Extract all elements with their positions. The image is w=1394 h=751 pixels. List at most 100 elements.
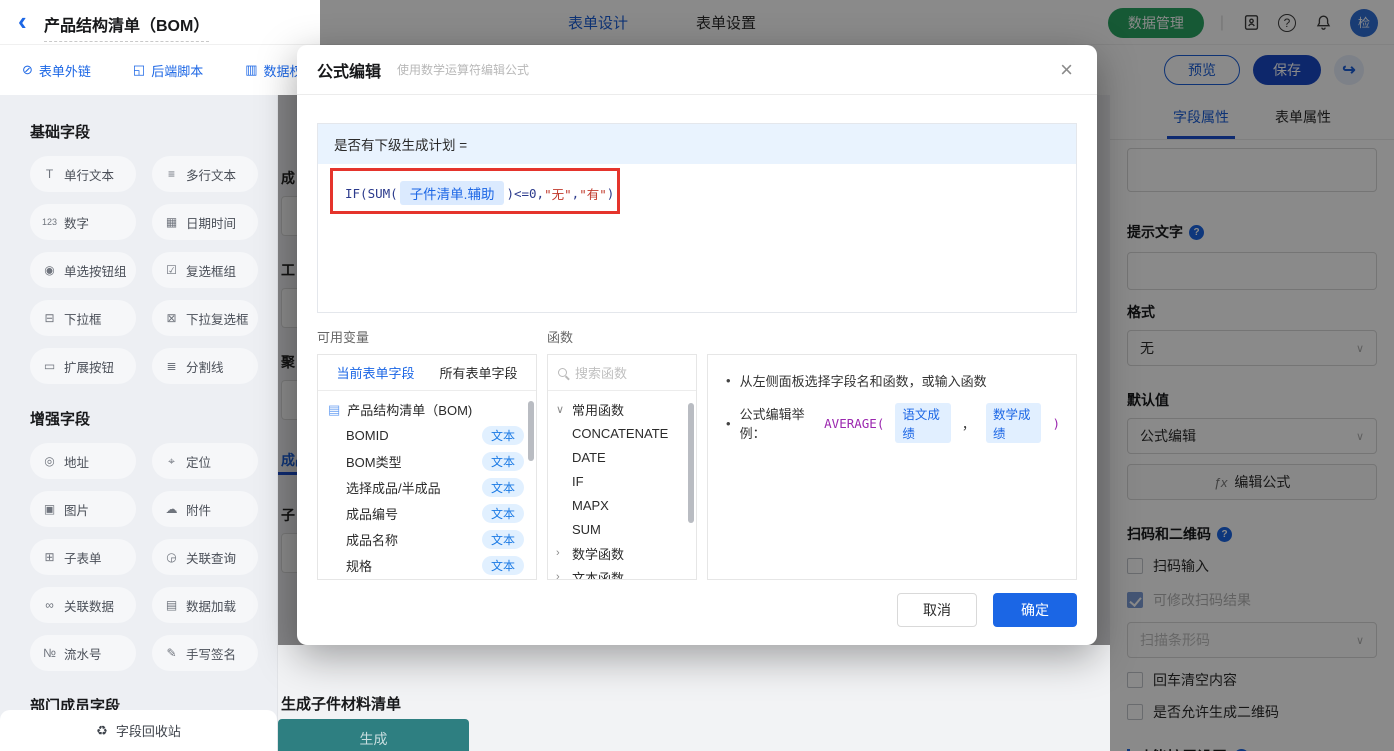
hint-line: 从左侧面板选择字段名和函数，或输入函数 (726, 371, 1060, 390)
address-icon: ◎ (44, 454, 55, 468)
tab-current-form-fields[interactable]: 当前表单字段 (336, 363, 414, 382)
field-chip-data-load[interactable]: ▤ 数据加载 (152, 587, 258, 623)
example-field-token[interactable]: 数学成绩 (985, 403, 1042, 443)
variable-item[interactable]: 选择成品/半成品 文本 (318, 474, 536, 500)
section-basic-fields: 基础字段 (30, 124, 91, 141)
field-library-sidebar: 基础字段 T 单行文本 ≡ 多行文本 123 数字 ▦ 日期时间 ◉ 单选按钮组 ☑ 复选框… (0, 95, 278, 751)
field-chip-dropdown[interactable]: ⊟ 下拉框 (30, 300, 136, 336)
formula-expression[interactable]: IF(SUM(子件清单.辅助)<=0, "无", "有") (345, 181, 614, 205)
document-icon: ▤ (328, 401, 341, 417)
type-badge: 文本 (481, 425, 524, 445)
image-icon: ▣ (43, 502, 56, 516)
subform-icon: ⊞ (44, 550, 55, 564)
function-item[interactable]: IF (548, 469, 696, 493)
example-field-token[interactable]: 语文成绩 (895, 403, 951, 443)
functions-panel: 搜索函数 ∨ 常用函数 CONCATENATE DATE IF MAPX SUM… (547, 354, 697, 580)
section-enhanced-fields: 增强字段 (30, 411, 91, 428)
variables-panel: 当前表单字段 所有表单字段 ▤ 产品结构清单（BOM) BOMID 文本 BOM类… (317, 354, 537, 580)
text-icon: T (45, 167, 54, 181)
modal-overlay (1110, 95, 1394, 751)
lookup-icon: ◶ (166, 550, 177, 564)
hint-example-line: 公式编辑举例：AVERAGE(语文成绩，数学成绩) (726, 403, 1060, 443)
chevron-right-icon: › (556, 547, 560, 559)
field-chip-signature[interactable]: ✎ 手写签名 (152, 635, 258, 671)
field-chip-image[interactable]: ▣ 图片 (30, 491, 136, 527)
hint-panel: 从左侧面板选择字段名和函数，或输入函数 公式编辑举例：AVERAGE(语文成绩，… (707, 354, 1077, 580)
formula-editor[interactable]: 是否有下级生成计划 = IF(SUM(子件清单.辅助)<=0, "无", "有") (317, 123, 1077, 313)
function-search[interactable]: 搜索函数 (548, 355, 696, 391)
multiline-text-icon: ≡ (167, 167, 175, 181)
field-chip-multi-dropdown[interactable]: ⊠ 下拉复选框 (152, 300, 258, 336)
field-chip-location[interactable]: ⌖ 定位 (152, 443, 258, 479)
type-badge: 文本 (481, 477, 524, 497)
field-chip-extend-button[interactable]: ▭ 扩展按钮 (30, 348, 136, 384)
number-icon: 123 (41, 217, 58, 227)
field-chip-datetime[interactable]: ▦ 日期时间 (152, 204, 258, 240)
functions-label: 函数 (547, 330, 574, 345)
field-chip-lookup[interactable]: ◶ 关联查询 (152, 539, 258, 575)
confirm-button[interactable]: 确定 (993, 593, 1077, 627)
field-chip-address[interactable]: ◎ 地址 (30, 443, 136, 479)
field-chip-attachment[interactable]: ☁ 附件 (152, 491, 258, 527)
scrollbar[interactable] (688, 403, 694, 523)
search-placeholder: 搜索函数 (575, 366, 628, 381)
type-badge: 文本 (481, 503, 524, 523)
form-external-link[interactable]: ⊘ 表单外链 (22, 61, 91, 80)
checkbox-group-icon: ☑ (166, 263, 177, 277)
type-badge: 文本 (481, 529, 524, 549)
signature-icon: ✎ (166, 646, 177, 660)
variables-tree-root[interactable]: ▤ 产品结构清单（BOM) (318, 391, 536, 422)
field-chip-linked-data[interactable]: ∞ 关联数据 (30, 587, 136, 623)
field-chip-single-line-text[interactable]: T 单行文本 (30, 156, 136, 192)
formula-target-line: 是否有下级生成计划 = (318, 124, 1076, 164)
generate-section-title: 生成子件材料清单 (281, 696, 402, 713)
generate-button[interactable]: 生成 (278, 719, 469, 751)
field-chip-number[interactable]: 123 数字 (30, 204, 136, 240)
function-item[interactable]: MAPX (548, 493, 696, 517)
dialog-title: 公式编辑 (317, 63, 382, 81)
function-item[interactable]: SUM (548, 517, 696, 541)
data-load-icon: ▤ (165, 598, 178, 612)
chevron-down-icon: ∨ (556, 403, 565, 416)
type-badge: 文本 (481, 555, 524, 575)
variable-item[interactable]: BOM类型 文本 (318, 448, 536, 474)
serial-number-icon: № (43, 646, 56, 660)
linked-data-icon: ∞ (45, 598, 54, 612)
function-group-math[interactable]: › 数学函数 (548, 541, 696, 565)
type-badge: 文本 (481, 451, 524, 471)
backend-script-link[interactable]: ◱ 后端脚本 (133, 61, 203, 80)
scrollbar[interactable] (528, 401, 534, 461)
data-permission-link[interactable]: ▥ 数据权 (245, 61, 302, 80)
formula-edit-dialog: 公式编辑 使用数学运算符编辑公式 × 是否有下级生成计划 = IF(SUM(子件… (297, 45, 1097, 645)
dialog-subtitle: 使用数学运算符编辑公式 (397, 63, 530, 77)
field-chip-subform[interactable]: ⊞ 子表单 (30, 539, 136, 575)
chevron-right-icon: › (556, 571, 560, 580)
canvas-bottom-area: 生成子件材料清单 生成 (278, 645, 1110, 751)
page-title: 产品结构清单（BOM） (44, 12, 210, 42)
back-icon[interactable]: ‹ (18, 6, 27, 37)
divider-icon: ≣ (166, 359, 177, 373)
recycle-icon: ♻ (96, 722, 108, 738)
field-chip-divider[interactable]: ≣ 分割线 (152, 348, 258, 384)
function-group-text[interactable]: › 文本函数 (548, 565, 696, 580)
close-icon[interactable]: × (1060, 58, 1073, 81)
tab-all-form-fields[interactable]: 所有表单字段 (439, 363, 517, 382)
function-item[interactable]: DATE (548, 445, 696, 469)
field-chip-multi-line-text[interactable]: ≡ 多行文本 (152, 156, 258, 192)
variable-item[interactable]: 规格 文本 (318, 552, 536, 578)
variable-item[interactable]: BOMID 文本 (318, 422, 536, 448)
field-chip-serial-number[interactable]: № 流水号 (30, 635, 136, 671)
field-chip-checkbox-group[interactable]: ☑ 复选框组 (152, 252, 258, 288)
function-item[interactable]: CONCATENATE (548, 421, 696, 445)
variable-item[interactable]: 成品编号 文本 (318, 500, 536, 526)
datetime-icon: ▦ (165, 215, 178, 229)
cancel-button[interactable]: 取消 (897, 593, 977, 627)
field-chip-radio-group[interactable]: ◉ 单选按钮组 (30, 252, 136, 288)
function-group-common[interactable]: ∨ 常用函数 (548, 397, 696, 421)
button-icon: ▭ (43, 359, 56, 373)
attachment-icon: ☁ (165, 502, 178, 516)
variable-item[interactable]: 成品名称 文本 (318, 526, 536, 552)
search-icon (558, 368, 567, 377)
field-recycle-bin[interactable]: ♻ 字段回收站 (0, 710, 277, 751)
field-token[interactable]: 子件清单.辅助 (399, 181, 505, 205)
